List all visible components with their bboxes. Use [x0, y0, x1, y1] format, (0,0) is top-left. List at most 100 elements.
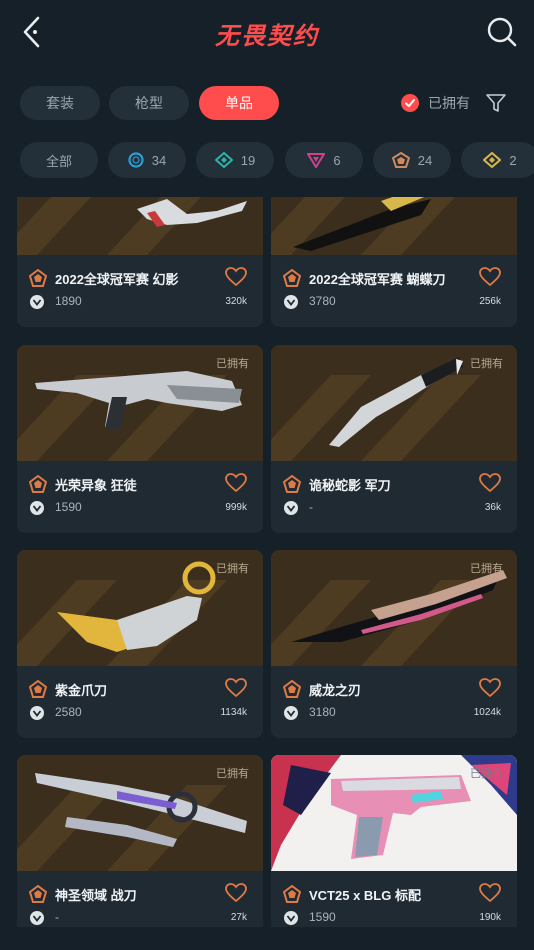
heart-icon[interactable]: [225, 883, 247, 903]
item-price: 2580: [55, 705, 82, 719]
item-price: 3180: [309, 705, 336, 719]
exclusive-tier-icon: [29, 475, 47, 493]
item-card[interactable]: 已拥有 紫金爪刀 2580 1134k: [17, 550, 263, 738]
tier-chip-deluxe[interactable]: 19: [196, 142, 274, 178]
item-likes: 1024k: [473, 707, 501, 718]
owned-tag: 已拥有: [470, 563, 503, 575]
vp-currency-icon: [30, 911, 44, 925]
item-price: 1590: [309, 910, 336, 924]
item-art: 已拥有: [271, 550, 517, 666]
heart-icon[interactable]: [479, 473, 501, 493]
owned-tag: 已拥有: [470, 358, 503, 370]
funnel-icon: [486, 94, 506, 112]
heart-icon[interactable]: [479, 678, 501, 698]
item-price: 1890: [55, 294, 82, 308]
item-art: 已拥有: [271, 345, 517, 461]
app-header: 无畏契约: [0, 0, 534, 66]
item-card[interactable]: 2022全球冠军赛 幻影 1890 320k: [17, 197, 263, 327]
item-likes: 190k: [479, 912, 501, 923]
heart-icon[interactable]: [479, 883, 501, 903]
vp-currency-icon: [30, 706, 44, 720]
owned-tag: 已拥有: [470, 768, 503, 780]
search-icon: [487, 17, 517, 47]
tier-chip-ultra[interactable]: 2: [461, 142, 534, 178]
item-price: 3780: [309, 294, 336, 308]
item-likes: 320k: [225, 296, 247, 307]
app-title: 无畏契约: [215, 23, 319, 50]
item-card[interactable]: 已拥有 诡秘蛇影 军刀 - 36k: [271, 345, 517, 533]
premium-tier-icon: [307, 153, 326, 168]
item-name: 2022全球冠军赛 蝴蝶刀: [309, 272, 446, 287]
tier-chip-premium[interactable]: 6: [285, 142, 363, 178]
vp-currency-icon: [284, 295, 298, 309]
vp-currency-icon: [284, 911, 298, 925]
item-info: 神圣领域 战刀 - 27k: [17, 871, 263, 927]
owned-tag: 已拥有: [216, 358, 249, 370]
item-name: 威龙之刃: [309, 683, 362, 698]
bottom-edge: [0, 927, 534, 950]
tab-bundle[interactable]: 套装: [20, 86, 100, 120]
item-likes: 1134k: [220, 707, 247, 718]
select-tier-icon: [128, 152, 144, 168]
tab-single-item[interactable]: 单品: [199, 86, 279, 120]
tier-chip-count: 6: [333, 152, 341, 168]
owned-tag: 已拥有: [216, 768, 249, 780]
owned-tag: 已拥有: [216, 563, 249, 575]
exclusive-tier-icon: [283, 680, 301, 698]
item-art: [17, 197, 263, 255]
vp-currency-icon: [30, 501, 44, 515]
owned-filter-toggle[interactable]: 已拥有: [401, 92, 470, 114]
item-info: 诡秘蛇影 军刀 - 36k: [271, 461, 517, 533]
item-art: 已拥有: [17, 550, 263, 666]
exclusive-tier-icon: [29, 269, 47, 287]
filter-button[interactable]: [485, 92, 507, 114]
search-button[interactable]: [484, 14, 520, 50]
exclusive-tier-icon: [29, 885, 47, 903]
item-grid: 2022全球冠军赛 幻影 1890 320k 2022全球冠军赛 蝴蝶刀 378…: [0, 197, 534, 927]
item-name: 光荣异象 狂徒: [55, 478, 137, 493]
item-info: VCT25 x BLG 标配 1590 190k: [271, 871, 517, 927]
item-card[interactable]: 已拥有 威龙之刃 3180 1024k: [271, 550, 517, 738]
exclusive-tier-icon: [283, 885, 301, 903]
item-price: -: [55, 910, 59, 924]
item-price: 1590: [55, 500, 82, 514]
tier-chip-count: 34: [151, 152, 167, 168]
vp-currency-icon: [30, 295, 44, 309]
item-name: 诡秘蛇影 军刀: [309, 478, 391, 493]
tier-chip-count: 19: [240, 152, 256, 168]
item-card[interactable]: 已拥有 光荣异象 狂徒 1590 999k: [17, 345, 263, 533]
item-art: 已拥有: [17, 755, 263, 871]
exclusive-tier-icon: [29, 680, 47, 698]
deluxe-tier-icon: [214, 152, 233, 168]
heart-icon[interactable]: [225, 267, 247, 287]
item-art: 已拥有: [17, 345, 263, 461]
ultra-tier-icon: [483, 152, 502, 168]
checkbox-checked-icon: [401, 94, 419, 112]
item-info: 2022全球冠军赛 蝴蝶刀 3780 256k: [271, 255, 517, 327]
item-likes: 256k: [479, 296, 501, 307]
heart-icon[interactable]: [479, 267, 501, 287]
exclusive-tier-icon: [283, 475, 301, 493]
exclusive-tier-icon: [283, 269, 301, 287]
item-card[interactable]: 2022全球冠军赛 蝴蝶刀 3780 256k: [271, 197, 517, 327]
item-card[interactable]: 已拥有 VCT25 x BLG 标配 1590 190k: [271, 755, 517, 927]
tier-chip-count: 24: [417, 152, 433, 168]
tier-chip-all[interactable]: 全部: [20, 142, 98, 178]
item-info: 2022全球冠军赛 幻影 1890 320k: [17, 255, 263, 327]
exclusive-tier-icon: [391, 152, 410, 168]
heart-icon[interactable]: [225, 473, 247, 493]
tab-weapon-type[interactable]: 枪型: [109, 86, 189, 120]
item-name: 2022全球冠军赛 幻影: [55, 272, 179, 287]
item-art: [271, 197, 517, 255]
item-card[interactable]: 已拥有 神圣领域 战刀 - 27k: [17, 755, 263, 927]
heart-icon[interactable]: [225, 678, 247, 698]
vp-currency-icon: [284, 706, 298, 720]
item-info: 威龙之刃 3180 1024k: [271, 666, 517, 738]
item-art: 已拥有: [271, 755, 517, 871]
tier-chip-exclusive[interactable]: 24: [373, 142, 451, 178]
item-info: 光荣异象 狂徒 1590 999k: [17, 461, 263, 533]
item-name: 紫金爪刀: [55, 683, 108, 698]
tier-chip-select[interactable]: 34: [108, 142, 186, 178]
tier-chip-label: 全部: [45, 153, 72, 169]
tier-filter-bar: 全部 34 19 6 24 2: [0, 142, 534, 178]
